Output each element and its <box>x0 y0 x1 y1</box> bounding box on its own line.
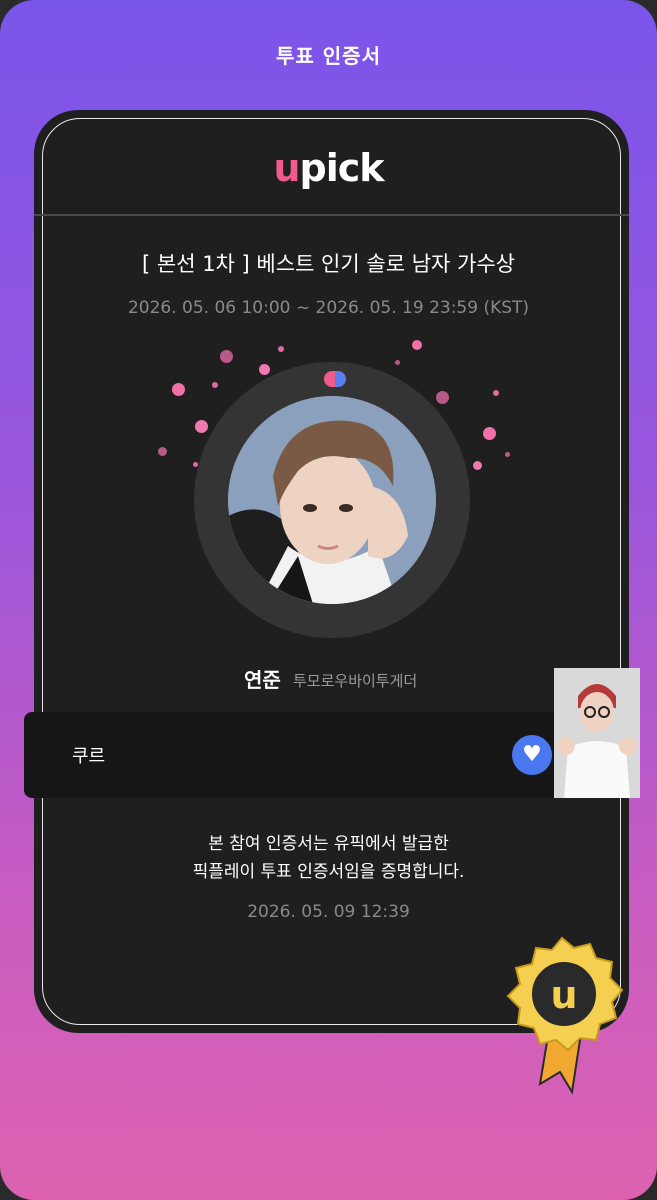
upick-logo: upick <box>0 146 657 190</box>
confetti-dot <box>395 360 400 365</box>
svg-text:u: u <box>550 973 577 1017</box>
medal-badge-icon: u <box>500 936 626 1096</box>
confetti-dot <box>278 346 284 352</box>
pink-blue-pill-icon <box>324 371 346 387</box>
voter-bar: 쿠르 ♥ <box>24 668 640 798</box>
confetti-dot <box>493 390 499 396</box>
confetti-dot <box>412 340 422 350</box>
logo-pick: pick <box>299 146 385 190</box>
certificate-screen: 투표 인증서 upick [ 본선 1차 ] 베스트 인기 솔로 남자 가수상 … <box>0 0 657 1200</box>
confetti-dot <box>172 383 185 396</box>
artist-name: 연준 <box>244 668 281 692</box>
vote-title: [ 본선 1차 ] 베스트 인기 솔로 남자 가수상 <box>142 252 515 276</box>
page-title: 투표 인증서 <box>276 44 381 68</box>
artist-photo <box>228 396 436 604</box>
confetti-dot <box>473 461 482 470</box>
confetti-dot <box>212 382 218 388</box>
certificate-line-2: 픽플레이 투표 인증서임을 증명합니다. <box>192 862 465 882</box>
divider <box>34 214 629 216</box>
confetti-dot <box>483 427 496 440</box>
fan-avatar-illustration <box>554 668 640 798</box>
voter-name: 쿠르 <box>72 746 106 767</box>
confetti-dot <box>436 391 449 404</box>
confetti-dot <box>220 350 233 363</box>
logo-u: u <box>273 146 300 190</box>
artist-group: 투모로우바이투게더 <box>293 672 418 690</box>
vote-period: 2026. 05. 06 10:00 ~ 2026. 05. 19 23:59 … <box>127 298 530 318</box>
artist-photo-illustration <box>228 396 436 604</box>
heart-icon[interactable]: ♥ <box>512 735 552 775</box>
confetti-dot <box>158 447 167 456</box>
confetti-dot <box>505 452 510 457</box>
certificate-statement: 본 참여 인증서는 유픽에서 발급한 픽플레이 투표 인증서임을 증명합니다. <box>0 830 657 886</box>
confetti-dot <box>195 420 208 433</box>
issue-date: 2026. 05. 09 12:39 <box>247 902 410 922</box>
confetti-dot <box>259 364 270 375</box>
certificate-line-1: 본 참여 인증서는 유픽에서 발급한 <box>208 834 449 854</box>
fan-avatar <box>554 668 640 798</box>
